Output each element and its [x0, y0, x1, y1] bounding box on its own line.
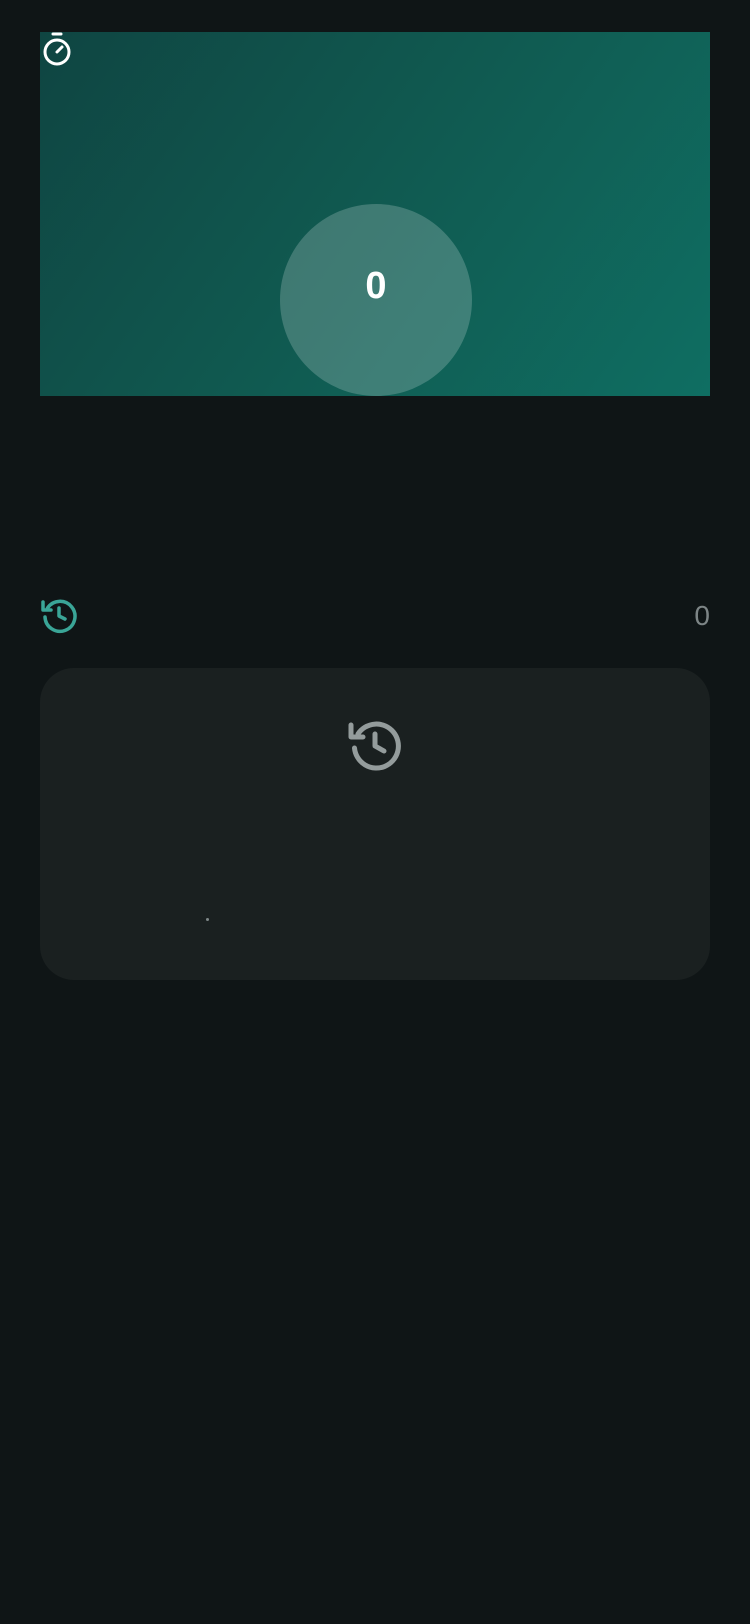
history-icon[interactable]: [40, 597, 78, 635]
history-count: 0: [694, 600, 710, 631]
counter-panel: 0: [40, 32, 710, 396]
history-header: 0: [40, 596, 710, 636]
empty-state-dot: [206, 918, 209, 921]
counter-value: 0: [365, 265, 387, 307]
history-list-empty: [40, 668, 710, 980]
stopwatch-icon[interactable]: [42, 32, 72, 68]
empty-history-icon: [347, 718, 403, 774]
tap-counter-button[interactable]: 0: [280, 204, 472, 396]
